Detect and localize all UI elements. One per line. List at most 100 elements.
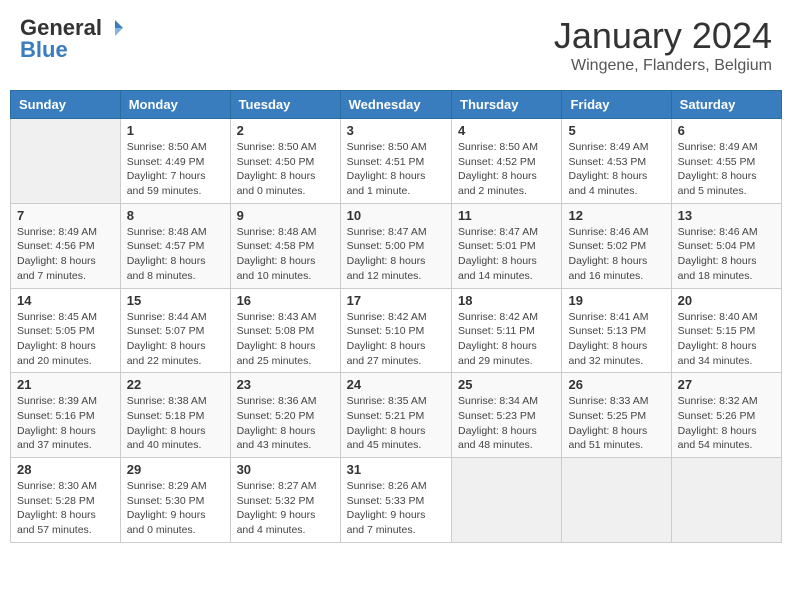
day-number: 12: [568, 208, 664, 223]
day-number: 14: [17, 293, 114, 308]
calendar-cell: 12 Sunrise: 8:46 AM Sunset: 5:02 PM Dayli…: [562, 203, 671, 288]
weekday-header: Thursday: [452, 91, 562, 119]
day-number: 29: [127, 462, 224, 477]
calendar-cell: 20 Sunrise: 8:40 AM Sunset: 5:15 PM Dayli…: [671, 288, 781, 373]
calendar-cell: 23 Sunrise: 8:36 AM Sunset: 5:20 PM Dayli…: [230, 373, 340, 458]
day-number: 4: [458, 123, 555, 138]
day-number: 26: [568, 377, 664, 392]
day-info: Sunrise: 8:46 AM Sunset: 5:02 PM Dayligh…: [568, 225, 664, 284]
weekday-header: Sunday: [11, 91, 121, 119]
day-info: Sunrise: 8:32 AM Sunset: 5:26 PM Dayligh…: [678, 394, 775, 453]
header: General Blue January 2024 Wingene, Fland…: [10, 10, 782, 80]
day-info: Sunrise: 8:48 AM Sunset: 4:58 PM Dayligh…: [237, 225, 334, 284]
calendar-week-row: 14 Sunrise: 8:45 AM Sunset: 5:05 PM Dayli…: [11, 288, 782, 373]
day-info: Sunrise: 8:50 AM Sunset: 4:49 PM Dayligh…: [127, 140, 224, 199]
day-info: Sunrise: 8:49 AM Sunset: 4:56 PM Dayligh…: [17, 225, 114, 284]
day-number: 20: [678, 293, 775, 308]
day-number: 30: [237, 462, 334, 477]
day-info: Sunrise: 8:50 AM Sunset: 4:52 PM Dayligh…: [458, 140, 555, 199]
day-info: Sunrise: 8:29 AM Sunset: 5:30 PM Dayligh…: [127, 479, 224, 538]
day-info: Sunrise: 8:36 AM Sunset: 5:20 PM Dayligh…: [237, 394, 334, 453]
day-info: Sunrise: 8:41 AM Sunset: 5:13 PM Dayligh…: [568, 310, 664, 369]
calendar: SundayMondayTuesdayWednesdayThursdayFrid…: [10, 90, 782, 543]
day-number: 24: [347, 377, 445, 392]
calendar-cell: 16Sunrise: 8:43 AM Sunset: 5:08 PM Dayli…: [230, 288, 340, 373]
calendar-cell: 14 Sunrise: 8:45 AM Sunset: 5:05 PM Dayli…: [11, 288, 121, 373]
calendar-cell: [11, 119, 121, 204]
day-number: 7: [17, 208, 114, 223]
day-info: Sunrise: 8:45 AM Sunset: 5:05 PM Dayligh…: [17, 310, 114, 369]
day-number: 2: [237, 123, 334, 138]
calendar-cell: 19Sunrise: 8:41 AM Sunset: 5:13 PM Dayli…: [562, 288, 671, 373]
logo-blue-text: Blue: [20, 37, 68, 63]
day-info: Sunrise: 8:38 AM Sunset: 5:18 PM Dayligh…: [127, 394, 224, 453]
day-info: Sunrise: 8:43 AM Sunset: 5:08 PM Dayligh…: [237, 310, 334, 369]
weekday-header: Wednesday: [340, 91, 451, 119]
day-info: Sunrise: 8:50 AM Sunset: 4:50 PM Dayligh…: [237, 140, 334, 199]
logo: General Blue: [20, 15, 126, 63]
day-number: 1: [127, 123, 224, 138]
day-number: 10: [347, 208, 445, 223]
calendar-cell: 11Sunrise: 8:47 AM Sunset: 5:01 PM Dayli…: [452, 203, 562, 288]
day-info: Sunrise: 8:39 AM Sunset: 5:16 PM Dayligh…: [17, 394, 114, 453]
calendar-cell: 30 Sunrise: 8:27 AM Sunset: 5:32 PM Dayli…: [230, 458, 340, 543]
calendar-cell: 22 Sunrise: 8:38 AM Sunset: 5:18 PM Dayli…: [120, 373, 230, 458]
calendar-cell: 7 Sunrise: 8:49 AM Sunset: 4:56 PM Daylig…: [11, 203, 121, 288]
calendar-cell: 29 Sunrise: 8:29 AM Sunset: 5:30 PM Dayli…: [120, 458, 230, 543]
day-number: 5: [568, 123, 664, 138]
day-info: Sunrise: 8:40 AM Sunset: 5:15 PM Dayligh…: [678, 310, 775, 369]
calendar-cell: [562, 458, 671, 543]
calendar-cell: 3Sunrise: 8:50 AM Sunset: 4:51 PM Daylig…: [340, 119, 451, 204]
day-number: 15: [127, 293, 224, 308]
day-info: Sunrise: 8:35 AM Sunset: 5:21 PM Dayligh…: [347, 394, 445, 453]
day-number: 6: [678, 123, 775, 138]
day-number: 27: [678, 377, 775, 392]
calendar-week-row: 7 Sunrise: 8:49 AM Sunset: 4:56 PM Daylig…: [11, 203, 782, 288]
calendar-cell: 13 Sunrise: 8:46 AM Sunset: 5:04 PM Dayli…: [671, 203, 781, 288]
weekday-header: Friday: [562, 91, 671, 119]
day-info: Sunrise: 8:33 AM Sunset: 5:25 PM Dayligh…: [568, 394, 664, 453]
day-number: 11: [458, 208, 555, 223]
location-subtitle: Wingene, Flanders, Belgium: [554, 57, 772, 75]
calendar-cell: 9 Sunrise: 8:48 AM Sunset: 4:58 PM Daylig…: [230, 203, 340, 288]
day-info: Sunrise: 8:49 AM Sunset: 4:55 PM Dayligh…: [678, 140, 775, 199]
calendar-cell: 25Sunrise: 8:34 AM Sunset: 5:23 PM Dayli…: [452, 373, 562, 458]
calendar-cell: 2 Sunrise: 8:50 AM Sunset: 4:50 PM Daylig…: [230, 119, 340, 204]
title-area: January 2024 Wingene, Flanders, Belgium: [554, 15, 772, 75]
day-number: 23: [237, 377, 334, 392]
weekday-header: Tuesday: [230, 91, 340, 119]
calendar-cell: 4 Sunrise: 8:50 AM Sunset: 4:52 PM Daylig…: [452, 119, 562, 204]
calendar-cell: 15Sunrise: 8:44 AM Sunset: 5:07 PM Dayli…: [120, 288, 230, 373]
day-number: 9: [237, 208, 334, 223]
calendar-cell: 28Sunrise: 8:30 AM Sunset: 5:28 PM Dayli…: [11, 458, 121, 543]
day-number: 8: [127, 208, 224, 223]
weekday-header: Saturday: [671, 91, 781, 119]
logo-icon: [104, 17, 126, 39]
day-number: 3: [347, 123, 445, 138]
day-info: Sunrise: 8:49 AM Sunset: 4:53 PM Dayligh…: [568, 140, 664, 199]
calendar-cell: 10 Sunrise: 8:47 AM Sunset: 5:00 PM Dayli…: [340, 203, 451, 288]
day-info: Sunrise: 8:26 AM Sunset: 5:33 PM Dayligh…: [347, 479, 445, 538]
calendar-cell: 8 Sunrise: 8:48 AM Sunset: 4:57 PM Daylig…: [120, 203, 230, 288]
calendar-cell: 1 Sunrise: 8:50 AM Sunset: 4:49 PM Daylig…: [120, 119, 230, 204]
day-number: 13: [678, 208, 775, 223]
calendar-cell: 31 Sunrise: 8:26 AM Sunset: 5:33 PM Dayli…: [340, 458, 451, 543]
day-number: 31: [347, 462, 445, 477]
calendar-cell: [671, 458, 781, 543]
calendar-week-row: 28Sunrise: 8:30 AM Sunset: 5:28 PM Dayli…: [11, 458, 782, 543]
weekday-header: Monday: [120, 91, 230, 119]
calendar-cell: 24 Sunrise: 8:35 AM Sunset: 5:21 PM Dayli…: [340, 373, 451, 458]
calendar-cell: 17 Sunrise: 8:42 AM Sunset: 5:10 PM Dayli…: [340, 288, 451, 373]
calendar-week-row: 1 Sunrise: 8:50 AM Sunset: 4:49 PM Daylig…: [11, 119, 782, 204]
day-info: Sunrise: 8:46 AM Sunset: 5:04 PM Dayligh…: [678, 225, 775, 284]
day-info: Sunrise: 8:34 AM Sunset: 5:23 PM Dayligh…: [458, 394, 555, 453]
calendar-cell: 5 Sunrise: 8:49 AM Sunset: 4:53 PM Daylig…: [562, 119, 671, 204]
day-number: 17: [347, 293, 445, 308]
day-number: 22: [127, 377, 224, 392]
calendar-cell: 18Sunrise: 8:42 AM Sunset: 5:11 PM Dayli…: [452, 288, 562, 373]
day-info: Sunrise: 8:48 AM Sunset: 4:57 PM Dayligh…: [127, 225, 224, 284]
day-number: 18: [458, 293, 555, 308]
day-info: Sunrise: 8:47 AM Sunset: 5:00 PM Dayligh…: [347, 225, 445, 284]
day-info: Sunrise: 8:42 AM Sunset: 5:10 PM Dayligh…: [347, 310, 445, 369]
day-info: Sunrise: 8:27 AM Sunset: 5:32 PM Dayligh…: [237, 479, 334, 538]
